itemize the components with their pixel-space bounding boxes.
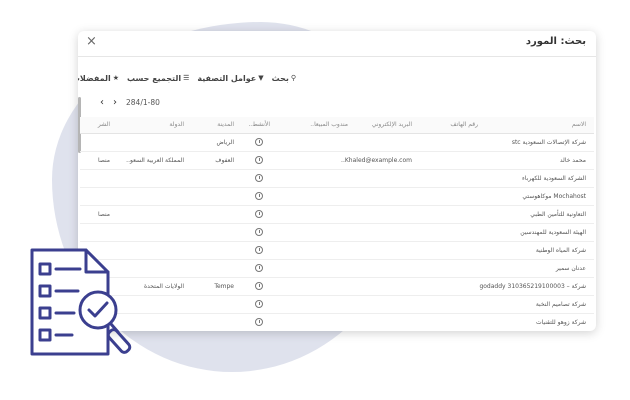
supplier-search-dialog: بحث: المورد × ⚲ بحث ▼ عوامل التصفية ☰ ال… bbox=[78, 31, 596, 331]
funnel-icon: ▼ bbox=[258, 74, 264, 82]
cell-country: المملكة العربية السعو.. bbox=[126, 157, 184, 164]
star-icon: ★ bbox=[112, 74, 120, 82]
column-header-name[interactable]: الاسم bbox=[572, 121, 586, 128]
cell-name: الهيئة السعودية للمهندسين bbox=[520, 229, 586, 236]
column-header-email[interactable]: البريد الإلكتروني bbox=[372, 121, 412, 128]
pager-range[interactable]: 284/1-80 bbox=[126, 98, 160, 107]
favorites-menu[interactable]: ★ المفضلات bbox=[78, 71, 119, 85]
cell-name: التعاونية للتأمين الطبي bbox=[530, 211, 586, 218]
favorites-label: المفضلات bbox=[78, 73, 111, 83]
group-by-menu[interactable]: ☰ التجميع حسب bbox=[127, 71, 189, 85]
table-row[interactable]: شركة زوهو للتقنيات bbox=[80, 314, 594, 331]
search-menu[interactable]: ⚲ بحث bbox=[272, 71, 296, 85]
dialog-title: بحث: المورد bbox=[525, 36, 586, 47]
clock-icon[interactable] bbox=[255, 264, 263, 272]
layers-icon: ☰ bbox=[183, 74, 190, 82]
cell-name: الشركة السعودية للكهرباء bbox=[522, 175, 586, 182]
cell-company: منصا bbox=[97, 211, 110, 218]
previous-page-icon[interactable]: ‹ bbox=[100, 97, 104, 108]
cell-city: العفوف bbox=[215, 157, 234, 164]
column-header-city[interactable]: المدينة bbox=[217, 121, 234, 128]
cell-email: Khaled@example.com.. bbox=[341, 157, 412, 164]
cell-name: محمد خالد bbox=[559, 157, 586, 164]
table-row[interactable]: الهيئة السعودية للمهندسين bbox=[80, 224, 594, 242]
table-row[interactable]: Mochahost موكاهوستي bbox=[80, 188, 594, 206]
clock-icon[interactable] bbox=[255, 174, 263, 182]
filters-label: عوامل التصفية bbox=[197, 73, 257, 83]
cell-company: منصا bbox=[97, 157, 110, 164]
column-header-salesperson[interactable]: مندوب المبيعا.. bbox=[310, 121, 348, 128]
table-row[interactable]: شركة الإتصالات السعودية stc الرياض bbox=[80, 134, 594, 152]
column-header-activities[interactable]: الأنشط.. bbox=[248, 121, 270, 128]
cell-name: Mochahost موكاهوستي bbox=[522, 193, 586, 200]
table-row[interactable]: شركة – 310365219100003 godaddy Tempe الولا… bbox=[80, 278, 594, 296]
document-search-icon bbox=[30, 248, 132, 356]
table-row[interactable]: الشركة السعودية للكهرباء bbox=[80, 170, 594, 188]
cell-country: الولايات المتحدة bbox=[143, 283, 184, 290]
clock-icon[interactable] bbox=[255, 192, 263, 200]
results-table: الاسم رقم الهاتف البريد الإلكتروني مندوب… bbox=[80, 117, 594, 331]
clock-icon[interactable] bbox=[255, 210, 263, 218]
table-row[interactable]: عدنان سمير bbox=[80, 260, 594, 278]
table-row[interactable]: شركة تصاميم النخبة bbox=[80, 296, 594, 314]
magnifier-icon: ⚲ bbox=[290, 74, 296, 82]
clock-icon[interactable] bbox=[255, 318, 263, 326]
filters-menu[interactable]: ▼ عوامل التصفية bbox=[197, 71, 263, 85]
search-label: بحث bbox=[271, 73, 289, 83]
pager: ‹ › 284/1-80 bbox=[100, 96, 160, 108]
cell-name: شركة المياه الوطنية bbox=[535, 247, 586, 254]
search-toolbar: ⚲ بحث ▼ عوامل التصفية ☰ التجميع حسب ★ ال… bbox=[78, 71, 296, 85]
cell-name: شركة زوهو للتقنيات bbox=[535, 319, 586, 326]
clock-icon[interactable] bbox=[255, 282, 263, 290]
group-by-label: التجميع حسب bbox=[127, 73, 182, 83]
clock-icon[interactable] bbox=[255, 300, 263, 308]
table-row[interactable]: محمد خالد Khaled@example.com.. العفوف الممل… bbox=[80, 152, 594, 170]
cell-name: شركة تصاميم النخبة bbox=[535, 301, 586, 308]
cell-name: شركة الإتصالات السعودية stc bbox=[511, 139, 586, 146]
clock-icon[interactable] bbox=[255, 228, 263, 236]
column-header-phone[interactable]: رقم الهاتف bbox=[450, 121, 478, 128]
close-icon[interactable]: × bbox=[86, 34, 97, 49]
cell-city: Tempe bbox=[214, 283, 234, 290]
clock-icon[interactable] bbox=[255, 156, 263, 164]
next-page-icon[interactable]: › bbox=[113, 97, 117, 108]
table-body: شركة الإتصالات السعودية stc الرياض محمد خا… bbox=[80, 134, 594, 331]
column-header-country[interactable]: الدولة bbox=[169, 121, 184, 128]
clock-icon[interactable] bbox=[255, 138, 263, 146]
cell-name: شركة – 310365219100003 godaddy bbox=[479, 283, 586, 290]
table-row[interactable]: شركة المياه الوطنية bbox=[80, 242, 594, 260]
table-row[interactable]: التعاونية للتأمين الطبي منصا bbox=[80, 206, 594, 224]
column-header-company[interactable]: الشر bbox=[98, 121, 110, 128]
clock-icon[interactable] bbox=[255, 246, 263, 254]
cell-name: عدنان سمير bbox=[555, 265, 586, 272]
dialog-header: بحث: المورد × bbox=[78, 31, 596, 57]
cell-city: الرياض bbox=[216, 139, 234, 146]
table-header: الاسم رقم الهاتف البريد الإلكتروني مندوب… bbox=[80, 117, 594, 134]
